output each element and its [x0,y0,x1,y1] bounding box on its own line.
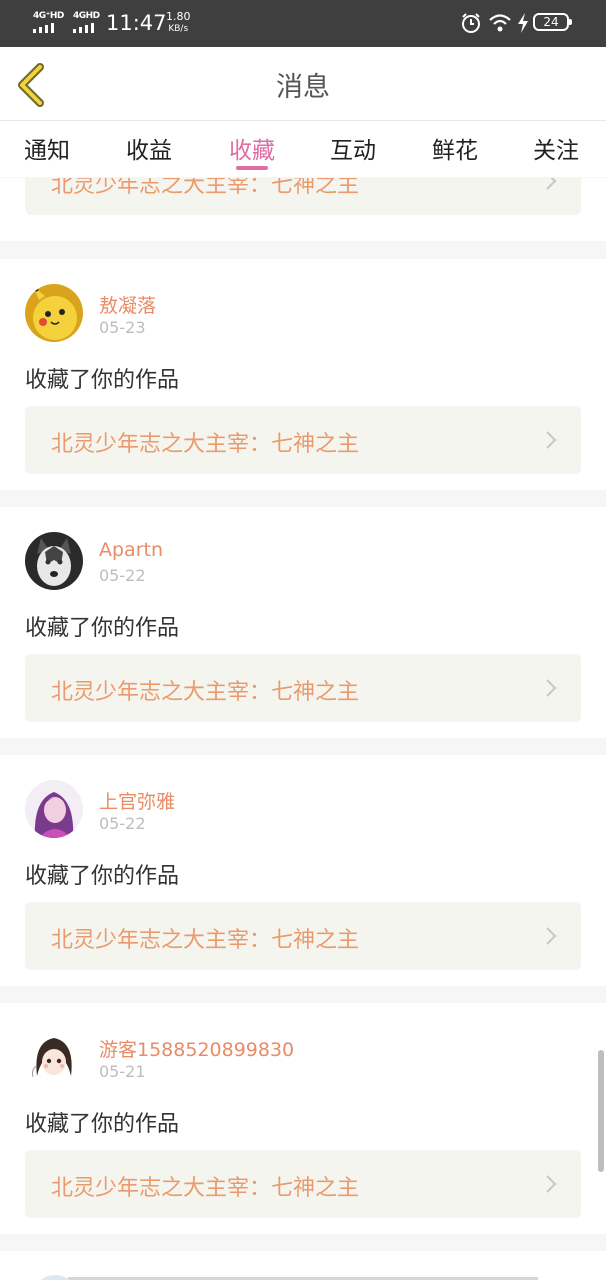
status-time: 11:47 [106,11,167,35]
work-title: 北灵少年志之大主宰：七神之主 [51,432,360,457]
header: 消息 [0,47,606,121]
avatar[interactable] [25,1028,83,1086]
battery-icon: 24 [533,13,572,31]
message-card: 游客1588520899830 05-21 收藏了你的作品 北灵少年志之大主宰：… [0,1003,606,1234]
tab-following[interactable]: 关注 [533,131,579,165]
action-text: 收藏了你的作品 [25,616,180,641]
work-link[interactable]: 北灵少年志之大主宰：七神之主 [25,178,581,215]
chevron-right-icon [546,178,557,190]
avatar[interactable] [25,284,83,342]
anime-girl-avatar-icon [25,1028,83,1086]
pikachu-avatar-icon [25,284,83,342]
username[interactable]: 上官弥雅 [99,787,175,814]
work-title: 北灵少年志之大主宰：七神之主 [51,680,360,705]
work-title: 北灵少年志之大主宰：七神之主 [51,928,360,953]
tab-earnings[interactable]: 收益 [126,131,172,165]
scrollbar[interactable] [598,1050,604,1172]
chevron-right-icon [546,431,557,449]
work-link[interactable]: 北灵少年志之大主宰：七神之主 [25,406,581,474]
action-text: 收藏了你的作品 [25,1112,180,1137]
page-title: 消息 [276,72,330,103]
girl-photo-avatar-icon [25,780,83,838]
avatar[interactable] [25,532,83,590]
message-date: 05-23 [99,318,146,337]
active-tab-indicator [236,166,268,170]
message-date: 05-21 [99,1062,146,1081]
work-link[interactable]: 北灵少年志之大主宰：七神之主 [25,654,581,722]
chevron-right-icon [546,679,557,697]
avatar[interactable] [25,780,83,838]
tab-flowers[interactable]: 鲜花 [432,131,478,165]
message-card: 敖凝落 05-23 收藏了你的作品 北灵少年志之大主宰：七神之主 [0,259,606,490]
username[interactable]: Apartn [99,539,163,561]
tab-bar: 通知 收益 收藏 互动 鲜花 关注 [0,121,606,177]
chevron-right-icon [546,1175,557,1193]
husky-avatar-icon [25,532,83,590]
action-text: 收藏了你的作品 [25,368,180,393]
tab-notifications[interactable]: 通知 [24,131,70,165]
message-date: 05-22 [99,566,146,585]
work-link[interactable]: 北灵少年志之大主宰：七神之主 [25,902,581,970]
wifi-icon [489,14,511,32]
work-link[interactable]: 北灵少年志之大主宰：七神之主 [25,1150,581,1218]
tab-favorites[interactable]: 收藏 [229,131,275,165]
message-card: 上官弥雅 05-22 收藏了你的作品 北灵少年志之大主宰：七神之主 [0,755,606,986]
status-bar: 4G⁺HD 4GHD 11:47 1.80 KB/s 24 [0,0,606,47]
action-text: 收藏了你的作品 [25,864,180,889]
message-card-partial [0,1251,606,1280]
tab-interactions[interactable]: 互动 [330,131,376,165]
charging-icon [518,13,528,33]
message-card-partial: 北灵少年志之大主宰：七神之主 [0,178,606,241]
username[interactable]: 游客1588520899830 [99,1035,294,1062]
alarm-icon [462,13,480,33]
work-title: 北灵少年志之大主宰：七神之主 [51,178,360,198]
work-title: 北灵少年志之大主宰：七神之主 [51,1176,360,1201]
chevron-right-icon [546,927,557,945]
network-speed: 1.80 KB/s [166,10,191,35]
message-card: Apartn 05-22 收藏了你的作品 北灵少年志之大主宰：七神之主 [0,507,606,738]
username[interactable]: 敖凝落 [99,291,156,318]
message-list[interactable]: 北灵少年志之大主宰：七神之主 敖凝落 05-23 收藏了你的作品 北灵少年志之大… [0,178,606,1280]
message-date: 05-22 [99,814,146,833]
